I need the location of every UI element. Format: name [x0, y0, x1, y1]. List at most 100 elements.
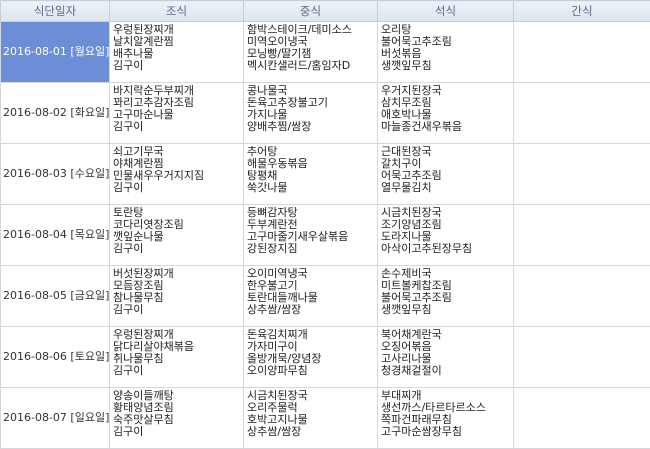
menu-item: 근대된장국 — [381, 146, 513, 158]
table-row[interactable]: 2016-08-05 [금요일]버섯된장찌개모듬장조림참나물무침김구이오이미역냉… — [1, 266, 650, 327]
menu-item: 미트볼케찹조림 — [381, 280, 513, 292]
menu-item: 한우불고기 — [247, 280, 377, 292]
menu-item: 오리탕 — [381, 24, 513, 36]
snack-cell[interactable] — [514, 205, 650, 266]
menu-item: 김구이 — [113, 304, 243, 316]
menu-item: 생깻잎무침 — [381, 60, 513, 72]
menu-item: 김구이 — [113, 60, 243, 72]
menu-item: 추어탕 — [247, 146, 377, 158]
lunch-cell[interactable]: 콩나물국돈육고추장불고기가지나물양배추찜/쌈장 — [244, 83, 378, 144]
header-breakfast[interactable]: 조식 — [110, 1, 244, 22]
menu-item: 우거지된장국 — [381, 85, 513, 97]
menu-item: 김구이 — [113, 243, 243, 255]
breakfast-cell[interactable]: 토란탕코다리엿장조림깻잎순나물김구이 — [110, 205, 244, 266]
dinner-cell[interactable]: 근대된장국갈치구이어묵고추조림열무물김치 — [378, 144, 514, 205]
menu-item: 참나물무침 — [113, 292, 243, 304]
dinner-cell[interactable]: 우거지된장국삼치무조림애호박나물마늘종건새우볶음 — [378, 83, 514, 144]
table-row[interactable]: 2016-08-01 [월요일]우렁된장찌개날치알계란찜배추나물김구이함박스테이… — [1, 22, 650, 83]
menu-item: 버섯된장찌개 — [113, 268, 243, 280]
menu-item: 미역오이냉국 — [247, 36, 377, 48]
dinner-cell[interactable]: 손수제비국미트볼케찹조림불어묵고추조림생깻잎무침 — [378, 266, 514, 327]
snack-cell[interactable] — [514, 83, 650, 144]
snack-cell[interactable] — [514, 388, 650, 449]
lunch-cell[interactable]: 등뼈감자탕두부계란전고구마줄기새우살볶음강된장지짐 — [244, 205, 378, 266]
table-row[interactable]: 2016-08-07 [일요일]양송이들깨탕황태양념조림숙주맛살무침김구이시금치… — [1, 388, 650, 449]
date-cell[interactable]: 2016-08-05 [금요일] — [1, 266, 110, 327]
menu-item: 닭다리살야채볶음 — [113, 341, 243, 353]
menu-item: 깻잎순나물 — [113, 231, 243, 243]
header-snack[interactable]: 간식 — [514, 1, 650, 22]
lunch-cell[interactable]: 함박스테이크/데미소스미역오이냉국모닝빵/딸기잼멕시칸샐러드/홈임자D — [244, 22, 378, 83]
menu-item: 열무물김치 — [381, 182, 513, 194]
menu-item: 조기양념조림 — [381, 219, 513, 231]
table-row[interactable]: 2016-08-04 [목요일]토란탕코다리엿장조림깻잎순나물김구이등뼈감자탕두… — [1, 205, 650, 266]
breakfast-cell[interactable]: 우렁된장찌개닭다리살야채볶음취나물무침김구이 — [110, 327, 244, 388]
date-cell[interactable]: 2016-08-03 [수요일] — [1, 144, 110, 205]
table-row[interactable]: 2016-08-03 [수요일]쇠고기무국야채계란찜민물새우우거지지짐김구이추어… — [1, 144, 650, 205]
menu-item: 올방개묵/양념장 — [247, 353, 377, 365]
menu-item: 북어채계란국 — [381, 329, 513, 341]
breakfast-cell[interactable]: 쇠고기무국야채계란찜민물새우우거지지짐김구이 — [110, 144, 244, 205]
menu-item: 돈육고추장불고기 — [247, 97, 377, 109]
lunch-cell[interactable]: 돈육김치찌개가자미구이올방개묵/양념장오이양파무침 — [244, 327, 378, 388]
meal-schedule-table: 식단일자 조식 중식 석식 간식 2016-08-01 [월요일]우렁된장찌개날… — [0, 0, 650, 449]
menu-item: 모듬장조림 — [113, 280, 243, 292]
snack-cell[interactable] — [514, 22, 650, 83]
menu-item: 애호박나물 — [381, 109, 513, 121]
lunch-cell[interactable]: 추어탕해물우동볶음탕평채쑥갓나물 — [244, 144, 378, 205]
dinner-cell[interactable]: 시금치된장국조기양념조림도라지나물아삭이고추된장무침 — [378, 205, 514, 266]
table-row[interactable]: 2016-08-02 [화요일]바지락순두부찌개꽈리고추감자조림고구마순나물김구… — [1, 83, 650, 144]
menu-item: 토란탕 — [113, 207, 243, 219]
snack-cell[interactable] — [514, 327, 650, 388]
menu-item: 두부계란전 — [247, 219, 377, 231]
header-date[interactable]: 식단일자 — [1, 1, 110, 22]
header-dinner[interactable]: 석식 — [378, 1, 514, 22]
menu-item: 갈치구이 — [381, 158, 513, 170]
breakfast-cell[interactable]: 우렁된장찌개날치알계란찜배추나물김구이 — [110, 22, 244, 83]
menu-item: 쑥갓나물 — [247, 182, 377, 194]
menu-item: 상추쌈/쌈장 — [247, 426, 377, 438]
menu-item: 마늘종건새우볶음 — [381, 121, 513, 133]
dinner-cell[interactable]: 북어채계란국오징어볶음고사리나물청경채겉절이 — [378, 327, 514, 388]
menu-item: 토란대들깨나물 — [247, 292, 377, 304]
menu-item: 상추쌈/쌈장 — [247, 304, 377, 316]
menu-item: 불어묵고추조림 — [381, 292, 513, 304]
menu-item: 가지나물 — [247, 109, 377, 121]
date-cell[interactable]: 2016-08-06 [토요일] — [1, 327, 110, 388]
menu-item: 우렁된장찌개 — [113, 329, 243, 341]
menu-item: 등뼈감자탕 — [247, 207, 377, 219]
breakfast-cell[interactable]: 바지락순두부찌개꽈리고추감자조림고구마순나물김구이 — [110, 83, 244, 144]
menu-item: 어묵고추조림 — [381, 170, 513, 182]
lunch-cell[interactable]: 오이미역냉국한우불고기토란대들깨나물상추쌈/쌈장 — [244, 266, 378, 327]
dinner-cell[interactable]: 부대찌개생선까스/타르타르소스쪽파건파래무침고구마순쌈장무침 — [378, 388, 514, 449]
date-cell[interactable]: 2016-08-04 [목요일] — [1, 205, 110, 266]
date-cell[interactable]: 2016-08-07 [일요일] — [1, 388, 110, 449]
menu-item: 탕평채 — [247, 170, 377, 182]
menu-item: 김구이 — [113, 426, 243, 438]
menu-item: 쇠고기무국 — [113, 146, 243, 158]
menu-item: 강된장지짐 — [247, 243, 377, 255]
menu-item: 청경채겉절이 — [381, 365, 513, 377]
date-cell[interactable]: 2016-08-01 [월요일] — [1, 22, 110, 83]
dinner-cell[interactable]: 오리탕불어묵고추조림버섯볶음생깻잎무침 — [378, 22, 514, 83]
menu-item: 배추나물 — [113, 48, 243, 60]
menu-item: 오이미역냉국 — [247, 268, 377, 280]
breakfast-cell[interactable]: 양송이들깨탕황태양념조림숙주맛살무침김구이 — [110, 388, 244, 449]
menu-item: 야채계란찜 — [113, 158, 243, 170]
menu-item: 생선까스/타르타르소스 — [381, 402, 513, 414]
table-row[interactable]: 2016-08-06 [토요일]우렁된장찌개닭다리살야채볶음취나물무침김구이돈육… — [1, 327, 650, 388]
snack-cell[interactable] — [514, 144, 650, 205]
lunch-cell[interactable]: 시금치된장국오리주물럭호박고지나물상추쌈/쌈장 — [244, 388, 378, 449]
menu-item: 콩나물국 — [247, 85, 377, 97]
menu-item: 시금치된장국 — [381, 207, 513, 219]
date-cell[interactable]: 2016-08-02 [화요일] — [1, 83, 110, 144]
menu-item: 모닝빵/딸기잼 — [247, 48, 377, 60]
menu-item: 고구마순쌈장무침 — [381, 426, 513, 438]
menu-item: 함박스테이크/데미소스 — [247, 24, 377, 36]
breakfast-cell[interactable]: 버섯된장찌개모듬장조림참나물무침김구이 — [110, 266, 244, 327]
snack-cell[interactable] — [514, 266, 650, 327]
header-lunch[interactable]: 중식 — [244, 1, 378, 22]
table-body: 2016-08-01 [월요일]우렁된장찌개날치알계란찜배추나물김구이함박스테이… — [1, 22, 650, 449]
menu-item: 고구마순나물 — [113, 109, 243, 121]
menu-item: 아삭이고추된장무침 — [381, 243, 513, 255]
